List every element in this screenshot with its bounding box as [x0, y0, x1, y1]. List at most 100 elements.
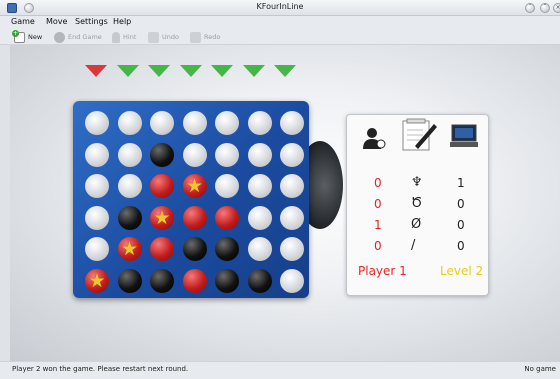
window-title: KFourInLine — [256, 2, 304, 11]
column-marker-5[interactable] — [211, 65, 233, 77]
board-cell — [117, 205, 142, 230]
game-board[interactable]: ★ ★ ★ ★ — [73, 101, 309, 298]
notepad-icon[interactable] — [401, 118, 439, 152]
end-game-button[interactable]: End Game — [54, 31, 102, 43]
status-message: Player 2 won the game. Please restart ne… — [12, 365, 189, 373]
column-marker-6[interactable] — [242, 65, 265, 77]
aborted-icon: Ø — [411, 217, 422, 232]
board-cell — [247, 205, 272, 230]
board-cell — [215, 268, 239, 293]
board-cell: ★ — [85, 268, 109, 293]
score-red: 1 — [374, 218, 382, 232]
board-cell — [182, 237, 207, 261]
board-cell — [150, 174, 174, 198]
board-cell — [280, 142, 304, 167]
hint-button[interactable]: Hint — [112, 31, 136, 43]
player-icon — [361, 125, 387, 151]
play-area: ★ ★ ★ ★ 0 ♆ 1 0 Ծ 0 1 Ø 0 0 / 0 Player 1… — [10, 45, 560, 361]
score-black: 0 — [457, 239, 465, 253]
draw-icon: / — [411, 238, 416, 253]
board-cell — [85, 174, 109, 198]
undo-label: Undo — [162, 33, 179, 41]
board-cell — [85, 142, 109, 167]
network-icon[interactable] — [450, 123, 478, 149]
board-cell — [280, 205, 304, 230]
board-cell — [247, 142, 272, 167]
board-cell — [280, 237, 304, 261]
board-cell — [182, 268, 207, 293]
board-cell — [150, 142, 174, 167]
board-cell — [182, 142, 207, 167]
board-cell — [150, 111, 174, 135]
score-black: 1 — [457, 176, 465, 190]
trophy-icon: ♆ — [411, 175, 423, 190]
player-name: Player 1 — [358, 264, 407, 278]
title-bar: KFourInLine ˇ ˆ × — [0, 0, 560, 16]
board-cell — [215, 111, 239, 135]
board-cell — [247, 111, 272, 135]
menu-move[interactable]: Move — [46, 17, 67, 26]
hint-label: Hint — [123, 33, 137, 41]
board-cell — [182, 111, 207, 135]
board-cell — [150, 268, 174, 293]
new-button[interactable]: + New — [12, 29, 43, 43]
column-marker-2[interactable] — [116, 65, 139, 77]
score-red: 0 — [374, 239, 382, 253]
winning-star-icon: ★ — [185, 175, 204, 197]
close-icon[interactable]: × — [553, 3, 560, 13]
board-cell — [280, 174, 304, 198]
column-marker-1[interactable] — [85, 65, 107, 77]
column-marker-3[interactable] — [148, 65, 170, 77]
winning-star-icon: ★ — [88, 269, 106, 292]
menu-bar: Game Move Settings Help — [0, 16, 560, 29]
level-label: Level 2 — [440, 264, 484, 278]
redo-icon — [190, 31, 201, 43]
maximize-icon[interactable]: ˆ — [540, 3, 550, 13]
score-panel: 0 ♆ 1 0 Ծ 0 1 Ø 0 0 / 0 Player 1 Level 2 — [346, 114, 489, 296]
stop-icon — [54, 31, 65, 43]
board-cell — [85, 237, 109, 261]
minimize-icon[interactable]: ˇ — [525, 3, 535, 13]
winning-star-icon: ★ — [153, 206, 171, 229]
game-status: No game — [524, 365, 556, 373]
board-cell — [150, 237, 174, 261]
board-cell — [215, 142, 239, 167]
new-document-icon: + — [12, 29, 25, 43]
board-cell — [85, 111, 109, 135]
status-bar: Player 2 won the game. Please restart ne… — [0, 361, 560, 379]
score-black: 0 — [457, 197, 465, 211]
redo-button[interactable]: Redo — [190, 31, 220, 43]
board-cell — [247, 268, 272, 293]
column-marker-7[interactable] — [274, 65, 296, 77]
score-red: 0 — [374, 176, 382, 190]
board-cell — [280, 268, 304, 293]
undo-icon — [148, 31, 159, 43]
board-cell — [215, 174, 239, 198]
menu-help[interactable]: Help — [113, 17, 131, 26]
board-cell — [247, 174, 272, 198]
toolbar: + New End Game Hint Undo Redo — [0, 29, 560, 45]
winning-star-icon: ★ — [120, 238, 139, 260]
board-cell — [215, 205, 239, 230]
board-cell — [117, 268, 142, 293]
end-game-label: End Game — [68, 33, 102, 41]
undo-button[interactable]: Undo — [148, 31, 179, 43]
board-cell — [280, 111, 304, 135]
new-label: New — [28, 33, 43, 41]
menu-settings[interactable]: Settings — [75, 17, 108, 26]
board-cell: ★ — [182, 174, 207, 198]
board-cell: ★ — [117, 237, 142, 261]
menu-game[interactable]: Game — [11, 17, 35, 26]
loss-icon: Ծ — [411, 196, 423, 211]
board-cell — [117, 174, 142, 198]
score-black: 0 — [457, 218, 465, 232]
column-marker-4[interactable] — [179, 65, 202, 77]
board-cell — [215, 237, 239, 261]
board-cell — [85, 205, 109, 230]
board-cell — [117, 111, 142, 135]
board-cell — [117, 142, 142, 167]
score-red: 0 — [374, 197, 382, 211]
hint-icon — [112, 31, 120, 43]
board-cell — [247, 237, 272, 261]
board-cell — [182, 205, 207, 230]
